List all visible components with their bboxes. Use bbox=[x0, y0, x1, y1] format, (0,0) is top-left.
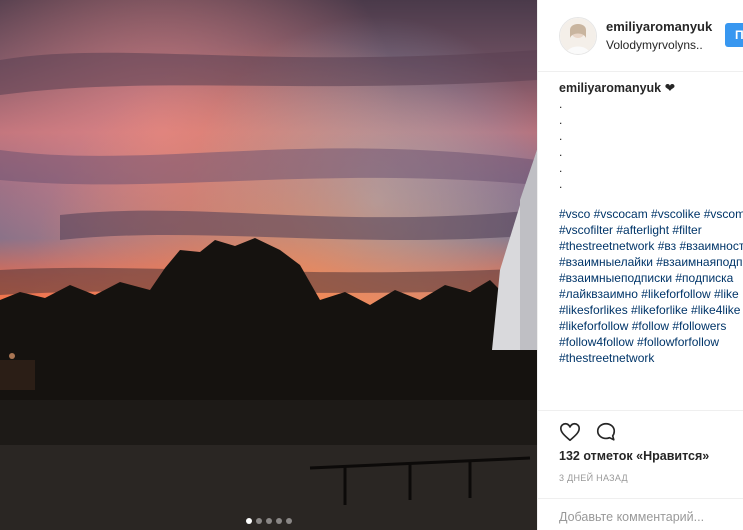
header-username[interactable]: emiliyaromanyuk bbox=[606, 18, 712, 36]
sunset-photo bbox=[0, 0, 537, 530]
carousel-dot[interactable] bbox=[255, 518, 262, 524]
carousel-dots bbox=[0, 518, 537, 524]
caption-text: ❤ bbox=[661, 81, 676, 95]
hashtag-line[interactable]: #взаимныелайки #взаимнаяподписка bbox=[559, 254, 743, 270]
hashtags: #vsco #vscocam #vscolike #vscomoment #vs… bbox=[559, 206, 743, 366]
caption-line: emiliyaromanyuk ❤ bbox=[559, 80, 743, 96]
post-time[interactable]: 3 ДНЕЙ НАЗАД bbox=[559, 473, 628, 483]
hashtag-line[interactable]: #взаимныеподписки #подписка bbox=[559, 270, 743, 286]
caption-dot: . bbox=[559, 145, 563, 159]
header-location[interactable]: Volodymyrvolyns.. bbox=[606, 36, 712, 54]
post-header: emiliyaromanyuk Volodymyrvolyns.. Подпис… bbox=[538, 0, 743, 72]
heart-icon[interactable] bbox=[559, 421, 581, 443]
comment-input[interactable] bbox=[559, 508, 739, 526]
caption-dot: . bbox=[559, 113, 563, 127]
avatar[interactable] bbox=[559, 16, 597, 55]
post-side-panel: emiliyaromanyuk Volodymyrvolyns.. Подпис… bbox=[537, 0, 743, 530]
caption-dot: . bbox=[559, 177, 563, 191]
hashtag-line[interactable]: #thestreetnetwork #вз #взаимность bbox=[559, 238, 743, 254]
add-comment-section bbox=[538, 498, 743, 530]
hashtag-line[interactable]: #vsco #vscocam #vscolike #vscomoment bbox=[559, 206, 743, 222]
carousel-dot[interactable] bbox=[265, 518, 272, 524]
comments-section: emiliyaromanyuk ❤ . . . . . . #vsco #vsc… bbox=[559, 72, 743, 410]
hashtag-line[interactable]: #likeforfollow #follow #followers bbox=[559, 318, 743, 334]
likes-count[interactable]: 132 отметок «Нравится» bbox=[559, 449, 709, 463]
caption-dot: . bbox=[559, 129, 563, 143]
hashtag-line[interactable]: #лайквзаимно #likeforfollow #like bbox=[559, 286, 743, 302]
hashtag-line[interactable]: #likesforlikes #likeforlike #like4like bbox=[559, 302, 743, 318]
caption-username[interactable]: emiliyaromanyuk bbox=[559, 81, 661, 95]
caption-dot: . bbox=[559, 97, 563, 111]
hashtag-line[interactable]: #vscofilter #afterlight #filter bbox=[559, 222, 743, 238]
caption-dot: . bbox=[559, 161, 563, 175]
instagram-post: emiliyaromanyuk Volodymyrvolyns.. Подпис… bbox=[0, 0, 743, 530]
carousel-dot[interactable] bbox=[275, 518, 282, 524]
comment-bubble-icon[interactable] bbox=[595, 421, 617, 443]
follow-button[interactable]: Подписаться bbox=[725, 23, 743, 47]
hashtag-line[interactable]: #thestreetnetwork bbox=[559, 350, 743, 366]
hashtag-line[interactable]: #follow4follow #followforfollow bbox=[559, 334, 743, 350]
avatar-image bbox=[560, 17, 596, 54]
post-photo[interactable] bbox=[0, 0, 537, 530]
carousel-dot[interactable] bbox=[285, 518, 292, 524]
carousel-dot[interactable] bbox=[245, 518, 252, 524]
post-actions: 132 отметок «Нравится» 3 ДНЕЙ НАЗАД bbox=[538, 410, 743, 505]
